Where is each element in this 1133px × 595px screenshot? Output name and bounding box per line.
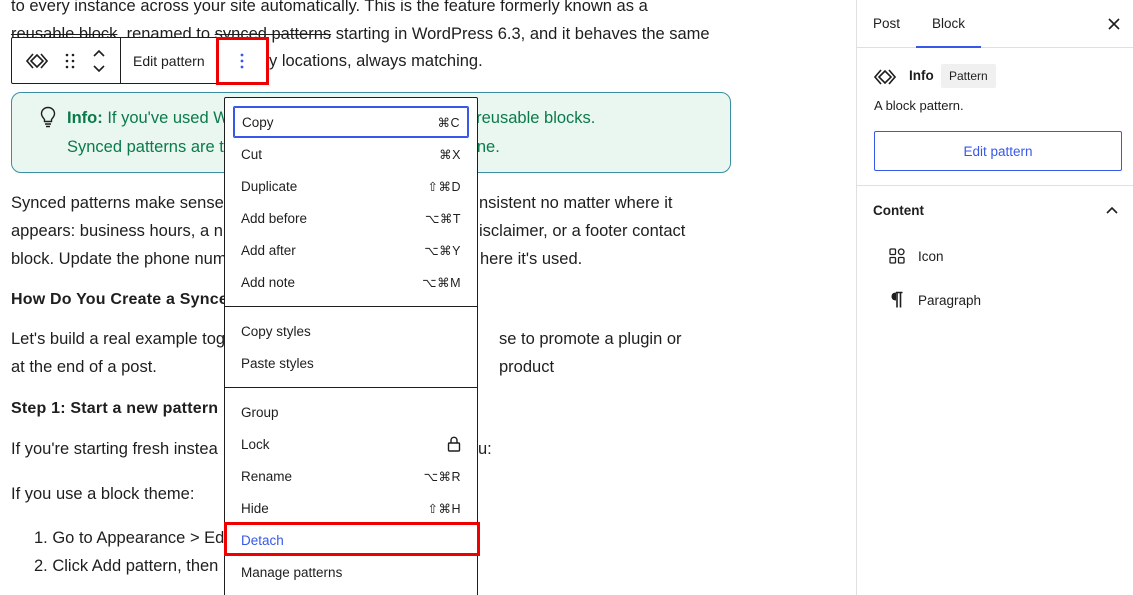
content-panel: Content Icon Paragraph bbox=[857, 186, 1133, 322]
content-panel-header[interactable]: Content bbox=[857, 186, 1133, 234]
menu-item-label: Rename bbox=[241, 468, 293, 484]
edit-pattern-button[interactable]: Edit pattern bbox=[874, 131, 1122, 171]
highlight-box-options bbox=[216, 37, 269, 85]
menu-item-label: Lock bbox=[241, 436, 270, 452]
menu-item-label: Hide bbox=[241, 500, 269, 516]
shapes-icon bbox=[888, 247, 906, 265]
menu-item-lock[interactable]: Lock bbox=[233, 428, 469, 460]
menu-item-label: Add before bbox=[241, 210, 308, 226]
menu-item-add-before[interactable]: Add before ⌥⌘T bbox=[233, 202, 469, 234]
text-span: se to promote a plugin or product bbox=[499, 330, 682, 376]
move-up-down-icon[interactable] bbox=[92, 48, 106, 74]
toolbar-block-controls bbox=[12, 38, 121, 83]
list-item[interactable]: 2. Click Add pattern, then bbox=[34, 552, 218, 580]
tab-block[interactable]: Block bbox=[916, 0, 982, 48]
menu-item-shortcut: ⌥⌘T bbox=[424, 211, 461, 226]
menu-item-paste-styles[interactable]: Paste styles bbox=[233, 347, 469, 379]
menu-item-label: Paste styles bbox=[241, 355, 314, 371]
paragraph-line: y locations, always matching. bbox=[269, 52, 483, 70]
menu-item-shortcut: ⌥⌘Y bbox=[424, 243, 461, 258]
menu-item-add-after[interactable]: Add after ⌥⌘Y bbox=[233, 234, 469, 266]
text-span: If you've used W bbox=[102, 109, 229, 127]
menu-item-shortcut: ⌘X bbox=[439, 147, 461, 162]
content-item-label: Icon bbox=[918, 248, 944, 264]
menu-item-group[interactable]: Group bbox=[233, 396, 469, 428]
chevron-up-icon bbox=[1106, 206, 1118, 214]
menu-item-label: Group bbox=[241, 404, 279, 420]
content-item-icon[interactable]: Icon bbox=[857, 234, 1133, 278]
drag-handle-icon[interactable] bbox=[65, 53, 75, 69]
content-heading: Content bbox=[873, 202, 924, 218]
menu-item-shortcut: ⇧⌘D bbox=[427, 179, 461, 194]
lock-icon bbox=[447, 436, 461, 452]
menu-item-copy[interactable]: Copy ⌘C bbox=[233, 106, 469, 138]
text-span: appears: business hours, a n bbox=[11, 222, 223, 240]
text-span: If you're starting fresh instea bbox=[11, 440, 218, 458]
edit-pattern-toolbar-button[interactable]: Edit pattern bbox=[121, 38, 217, 83]
text-span: starting in WordPress 6.3, and it behave… bbox=[331, 25, 710, 43]
heading-create-synced[interactable]: How Do You Create a Synce bbox=[11, 288, 228, 312]
menu-item-shortcut: ⇧⌘H bbox=[427, 501, 461, 516]
text-span: here it's used. bbox=[480, 250, 583, 268]
close-sidebar-button[interactable] bbox=[1104, 14, 1124, 34]
menu-item-hide[interactable]: Hide ⇧⌘H bbox=[233, 492, 469, 524]
menu-item-duplicate[interactable]: Duplicate ⇧⌘D bbox=[233, 170, 469, 202]
menu-item-copy-styles[interactable]: Copy styles bbox=[233, 315, 469, 347]
menu-group-clipboard: Copy ⌘C Cut ⌘X Duplicate ⇧⌘D Add before ⌥⌘T … bbox=[225, 98, 477, 307]
menu-item-rename[interactable]: Rename ⌥⌘R bbox=[233, 460, 469, 492]
text-span: nsistent no matter where it bbox=[479, 194, 673, 212]
text-span: Synced patterns are t bbox=[67, 138, 224, 156]
menu-group-block-actions: Group Lock Rename ⌥⌘R Hide ⇧⌘H Detach Mana… bbox=[225, 388, 477, 595]
settings-sidebar: Post Block Info Pattern A block pattern.… bbox=[856, 0, 1133, 595]
menu-item-label: Add note bbox=[241, 274, 296, 290]
highlight-box-detach bbox=[224, 522, 480, 556]
pattern-block-icon[interactable] bbox=[26, 52, 49, 70]
menu-item-label: Cut bbox=[241, 146, 263, 162]
block-card: Info Pattern A block pattern. Edit patte… bbox=[857, 49, 1133, 186]
close-icon bbox=[1108, 18, 1120, 30]
pattern-block-icon bbox=[873, 68, 897, 91]
content-item-paragraph[interactable]: Paragraph bbox=[857, 278, 1133, 322]
info-label: Info: bbox=[67, 109, 103, 127]
paragraph-line: to every instance across your site autom… bbox=[11, 0, 648, 15]
lightbulb-icon bbox=[40, 106, 56, 133]
pattern-badge: Pattern bbox=[941, 64, 996, 88]
menu-item-manage-patterns[interactable]: Manage patterns bbox=[233, 556, 469, 588]
block-title: Info bbox=[909, 68, 934, 83]
text-span: u: bbox=[478, 440, 492, 458]
menu-item-label: Manage patterns bbox=[241, 564, 343, 580]
pilcrow-icon bbox=[888, 291, 906, 309]
content-item-label: Paragraph bbox=[918, 292, 982, 308]
menu-item-add-note[interactable]: Add note ⌥⌘M bbox=[233, 266, 469, 298]
tab-post[interactable]: Post bbox=[857, 0, 916, 48]
sidebar-tabs: Post Block bbox=[857, 0, 1133, 48]
menu-item-label: Copy bbox=[242, 114, 274, 130]
text-span: ne. bbox=[476, 138, 500, 156]
text-span: isclaimer, or a footer contact bbox=[479, 222, 686, 240]
menu-item-label: Duplicate bbox=[241, 178, 298, 194]
menu-item-shortcut: ⌘C bbox=[437, 115, 460, 130]
menu-item-label: Add after bbox=[241, 242, 296, 258]
heading-step-1[interactable]: Step 1: Start a new pattern bbox=[11, 397, 218, 421]
block-options-menu: Copy ⌘C Cut ⌘X Duplicate ⇧⌘D Add before ⌥⌘T … bbox=[224, 97, 478, 595]
menu-item-shortcut: ⌥⌘M bbox=[422, 275, 461, 290]
menu-item-shortcut: ⌥⌘R bbox=[423, 469, 461, 484]
menu-group-styles: Copy styles Paste styles bbox=[225, 307, 477, 388]
text-span: Synced patterns make sense bbox=[11, 194, 224, 212]
text-span: Let's build a real example tog bbox=[11, 330, 226, 348]
menu-item-cut[interactable]: Cut ⌘X bbox=[233, 138, 469, 170]
block-description: A block pattern. bbox=[874, 98, 964, 113]
menu-item-label: Copy styles bbox=[241, 323, 311, 339]
text-span: block. Update the phone num bbox=[11, 250, 227, 268]
list-item[interactable]: 1. Go to Appearance > Ed bbox=[34, 524, 224, 552]
